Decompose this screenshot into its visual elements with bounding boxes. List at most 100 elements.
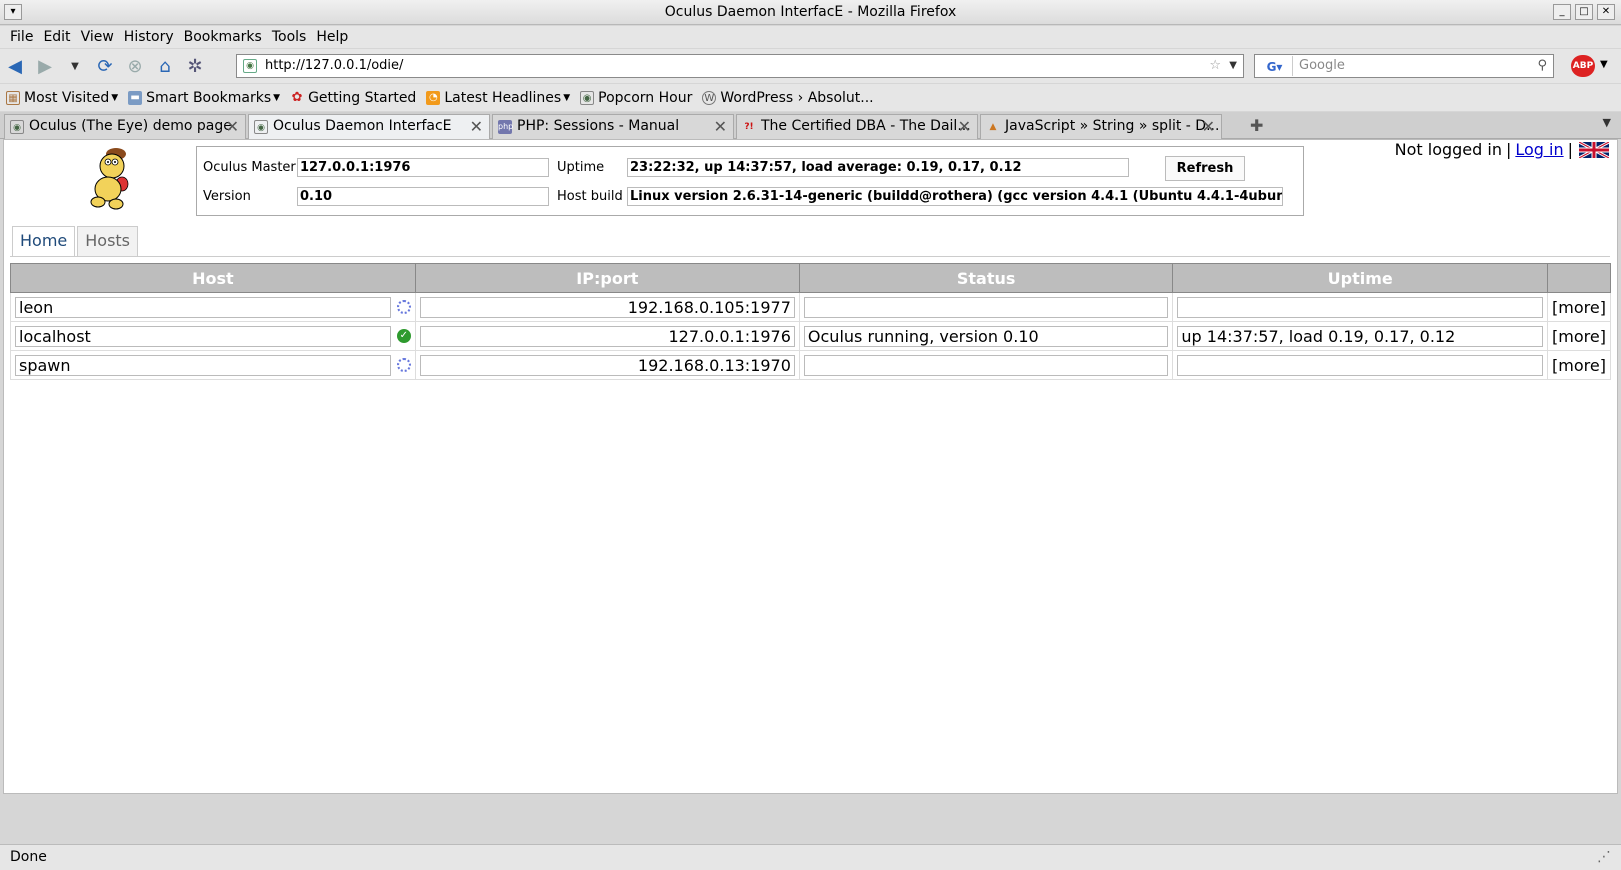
menu-tools[interactable]: Tools bbox=[272, 29, 307, 45]
window-title: Oculus Daemon InterfacE - Mozilla Firefo… bbox=[664, 4, 957, 20]
bookmark-smart-bookmarks[interactable]: ▬ Smart Bookmarks ▼ bbox=[128, 90, 280, 106]
folder-icon: ▬ bbox=[128, 90, 143, 105]
column-header-actions bbox=[1547, 263, 1611, 293]
tab-label: The Certified DBA - The Dail... bbox=[761, 118, 971, 134]
refresh-button[interactable]: Refresh bbox=[1165, 156, 1245, 181]
window-titlebar: ▾ Oculus Daemon InterfacE - Mozilla Fire… bbox=[0, 0, 1621, 25]
oculus-master-field: 127.0.0.1:1976 bbox=[297, 158, 549, 177]
minimize-button[interactable]: _ bbox=[1553, 4, 1571, 20]
close-tab-icon[interactable]: ✕ bbox=[958, 115, 971, 138]
menu-file[interactable]: File bbox=[10, 29, 33, 45]
close-tab-icon[interactable]: ✕ bbox=[470, 115, 483, 138]
bookmark-wordpress[interactable]: W WordPress › Absolut... bbox=[702, 90, 874, 106]
search-icon[interactable]: ⚲ bbox=[1537, 55, 1547, 77]
rss-icon: ◔ bbox=[426, 90, 441, 105]
tab-home[interactable]: Home bbox=[12, 226, 76, 256]
host-name: localhost bbox=[15, 325, 391, 347]
login-status-text: Not logged in bbox=[1394, 140, 1502, 159]
window-menu-button[interactable]: ▾ bbox=[4, 4, 22, 20]
google-search-engine-icon[interactable]: G▾ bbox=[1257, 56, 1293, 76]
bookmark-getting-started[interactable]: ✿ Getting Started bbox=[290, 89, 417, 106]
maximize-button[interactable]: □ bbox=[1575, 4, 1593, 20]
adblock-dropdown-icon[interactable]: ▼ bbox=[1600, 59, 1608, 70]
bookmark-star-icon[interactable]: ☆ bbox=[1209, 55, 1221, 77]
loading-spinner-icon bbox=[396, 300, 411, 314]
menu-bookmarks[interactable]: Bookmarks bbox=[184, 29, 262, 45]
chevron-down-icon: ▼ bbox=[563, 92, 571, 103]
resize-grip-icon[interactable]: ⋰ bbox=[1597, 845, 1611, 869]
close-window-button[interactable]: ✕ bbox=[1597, 4, 1615, 20]
ipport-value: 192.168.0.105:1977 bbox=[419, 296, 795, 318]
uptime-cell: up 14:37:57, load 0.19, 0.17, 0.12 bbox=[1172, 321, 1549, 351]
history-dropdown-icon[interactable]: ▼ bbox=[60, 52, 90, 80]
menu-history[interactable]: History bbox=[124, 29, 174, 45]
bookmark-label: Smart Bookmarks bbox=[146, 89, 272, 106]
more-cell: [more] bbox=[1547, 321, 1611, 351]
bookmark-label: Popcorn Hour bbox=[598, 89, 693, 106]
status-cell bbox=[798, 350, 1174, 380]
table-row: localhost ✓ 127.0.0.1:1976 Oculus runnin… bbox=[10, 321, 1611, 351]
most-visited-icon: ▦ bbox=[6, 90, 20, 105]
menu-view[interactable]: View bbox=[81, 29, 114, 45]
host-name: leon bbox=[15, 296, 391, 318]
bookmark-label: Latest Headlines bbox=[444, 89, 562, 106]
status-value: Oculus running, version 0.10 bbox=[803, 325, 1169, 347]
tab-oculus-demo[interactable]: ◉ Oculus (The Eye) demo page ✕ bbox=[4, 114, 246, 139]
ok-check-icon: ✓ bbox=[396, 329, 411, 343]
bookmark-label: Getting Started bbox=[308, 89, 417, 106]
column-header-ipport: IP:port bbox=[414, 263, 800, 293]
more-link[interactable]: [more] bbox=[1552, 298, 1606, 317]
site-identity-icon[interactable]: ◉ bbox=[243, 59, 257, 73]
tab-oculus-daemon[interactable]: ◉ Oculus Daemon InterfacE ✕ bbox=[248, 114, 490, 140]
bookmark-latest-headlines[interactable]: ◔ Latest Headlines ▼ bbox=[426, 90, 570, 106]
url-dropdown-icon[interactable]: ▼ bbox=[1229, 55, 1237, 77]
stop-icon[interactable]: ⊗ bbox=[120, 52, 150, 80]
tab-hosts[interactable]: Hosts bbox=[77, 226, 139, 256]
uptime-value bbox=[1177, 354, 1544, 376]
status-cell bbox=[798, 292, 1174, 322]
url-bar[interactable]: ◉ http://127.0.0.1/odie/ ☆ ▼ bbox=[236, 54, 1244, 78]
search-box[interactable]: G▾ Google ⚲ bbox=[1254, 54, 1554, 78]
uk-flag-icon[interactable] bbox=[1579, 141, 1609, 158]
chevron-down-icon: ▼ bbox=[273, 92, 281, 103]
page-icon: ◉ bbox=[10, 120, 24, 134]
more-link[interactable]: [more] bbox=[1552, 356, 1606, 375]
tab-php-sessions[interactable]: php PHP: Sessions - Manual ✕ bbox=[492, 114, 734, 139]
ipport-value: 192.168.0.13:1970 bbox=[419, 354, 795, 376]
version-label: Version bbox=[203, 189, 251, 204]
adblock-plus-icon[interactable]: ABP bbox=[1571, 55, 1595, 77]
search-placeholder: Google bbox=[1299, 58, 1345, 73]
table-row: spawn 192.168.0.13:1970 [more] bbox=[10, 350, 1611, 380]
tab-label: PHP: Sessions - Manual bbox=[517, 118, 680, 134]
status-cell: Oculus running, version 0.10 bbox=[798, 321, 1174, 351]
addon-icon[interactable]: ✲ bbox=[180, 52, 210, 80]
tab-javascript-split[interactable]: ▲ JavaScript » String » split - D... ✕ bbox=[980, 114, 1222, 139]
host-cell: spawn bbox=[10, 350, 416, 380]
bookmark-popcorn-hour[interactable]: ◉ Popcorn Hour bbox=[580, 90, 692, 106]
close-tab-icon[interactable]: ✕ bbox=[714, 115, 727, 138]
column-header-status: Status bbox=[798, 263, 1174, 293]
more-link[interactable]: [more] bbox=[1552, 327, 1606, 346]
menu-help[interactable]: Help bbox=[316, 29, 348, 45]
login-link[interactable]: Log in bbox=[1515, 140, 1563, 159]
version-field: 0.10 bbox=[297, 187, 549, 206]
close-tab-icon[interactable]: ✕ bbox=[226, 115, 239, 138]
new-tab-icon[interactable]: ✚ bbox=[1250, 116, 1263, 135]
bookmark-most-visited[interactable]: ▦ Most Visited ▼ bbox=[6, 90, 118, 106]
menu-bar: File Edit View History Bookmarks Tools H… bbox=[0, 26, 1621, 48]
forward-arrow-icon[interactable]: ▶ bbox=[30, 52, 60, 80]
uptime-value bbox=[1177, 296, 1544, 318]
list-all-tabs-icon[interactable]: ▼ bbox=[1603, 116, 1611, 129]
table-row: leon 192.168.0.105:1977 [more] bbox=[10, 292, 1611, 322]
oculus-master-label: Oculus Master bbox=[203, 160, 296, 175]
uptime-field: 23:22:32, up 14:37:57, load average: 0.1… bbox=[627, 158, 1129, 177]
table-header-row: Host IP:port Status Uptime bbox=[10, 263, 1611, 293]
javascript-site-icon: ▲ bbox=[989, 122, 997, 132]
home-icon[interactable]: ⌂ bbox=[150, 52, 180, 80]
reload-icon[interactable]: ⟳ bbox=[90, 52, 120, 80]
host-name: spawn bbox=[15, 354, 391, 376]
back-arrow-icon[interactable]: ◀ bbox=[0, 52, 30, 80]
close-tab-icon[interactable]: ✕ bbox=[1202, 115, 1215, 138]
menu-edit[interactable]: Edit bbox=[43, 29, 70, 45]
tab-certified-dba[interactable]: ?! The Certified DBA - The Dail... ✕ bbox=[736, 114, 978, 139]
